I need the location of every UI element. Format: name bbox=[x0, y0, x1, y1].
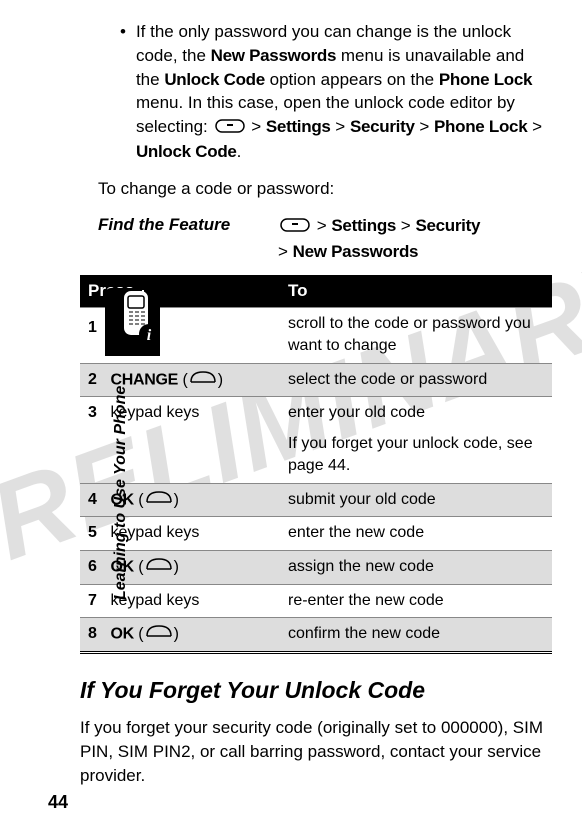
path-new-passwords: New Passwords bbox=[293, 242, 419, 261]
softkey-icon bbox=[189, 369, 217, 391]
menu-unlock-code: Unlock Code bbox=[164, 70, 265, 89]
table-row: 3 keypad keysenter your old codeIf you f… bbox=[80, 397, 552, 483]
softkey-icon bbox=[145, 489, 173, 511]
path-security: Security bbox=[350, 117, 415, 136]
period: . bbox=[237, 142, 242, 161]
find-feature-label: Find the Feature bbox=[98, 213, 278, 237]
svg-text:i: i bbox=[147, 327, 152, 344]
menu-key-icon bbox=[280, 214, 310, 240]
col-to: To bbox=[280, 275, 552, 307]
table-row: 2 CHANGE ()select the code or password bbox=[80, 363, 552, 397]
forget-paragraph: If you forget your security code (origin… bbox=[80, 716, 552, 787]
menu-key-icon bbox=[215, 116, 245, 140]
bullet-marker: • bbox=[120, 20, 126, 163]
gt: > bbox=[527, 117, 542, 136]
to-cell: assign the new code bbox=[280, 550, 552, 584]
gt: > bbox=[278, 242, 293, 261]
table-row: 4 OK ()submit your old code bbox=[80, 483, 552, 517]
gt: > bbox=[415, 117, 434, 136]
to-cell: enter the new code bbox=[280, 517, 552, 550]
to-cell: re-enter the new code bbox=[280, 584, 552, 617]
path-settings: Settings bbox=[331, 216, 396, 235]
to-cell: scroll to the code or password you want … bbox=[280, 307, 552, 363]
gt: > bbox=[251, 117, 266, 136]
section-heading: If You Forget Your Unlock Code bbox=[80, 674, 552, 706]
softkey-icon bbox=[145, 623, 173, 645]
menu-phone-lock: Phone Lock bbox=[439, 70, 532, 89]
bullet-item: • If the only password you can change is… bbox=[120, 20, 552, 163]
path-security: Security bbox=[415, 216, 480, 235]
text: option appears on the bbox=[265, 70, 439, 89]
gt: > bbox=[317, 216, 332, 235]
page-number: 44 bbox=[48, 790, 68, 815]
find-feature-row: Find the Feature > Settings > Security >… bbox=[98, 213, 552, 265]
table-row: 7 keypad keysre-enter the new code bbox=[80, 584, 552, 617]
table-row: 8 OK ()confirm the new code bbox=[80, 617, 552, 652]
bullet-text: If the only password you can change is t… bbox=[136, 20, 552, 163]
path-settings: Settings bbox=[266, 117, 331, 136]
softkey-icon bbox=[145, 556, 173, 578]
gt: > bbox=[396, 216, 415, 235]
table-row: 5 keypad keysenter the new code bbox=[80, 517, 552, 550]
path-phone-lock: Phone Lock bbox=[434, 117, 527, 136]
to-cell: enter your old codeIf you forget your un… bbox=[280, 397, 552, 483]
intro-paragraph: To change a code or password: bbox=[98, 177, 552, 201]
sidebar-section-label: Learning to Use Your Phone bbox=[110, 386, 132, 600]
to-cell: select the code or password bbox=[280, 363, 552, 397]
phone-info-icon: i bbox=[115, 290, 161, 355]
path-unlock-code: Unlock Code bbox=[136, 142, 237, 161]
press-cell: 8 OK () bbox=[80, 617, 280, 652]
table-row: 6 OK ()assign the new code bbox=[80, 550, 552, 584]
find-feature-path: > Settings > Security > New Passwords bbox=[278, 213, 552, 265]
to-cell: confirm the new code bbox=[280, 617, 552, 652]
menu-new-passwords: New Passwords bbox=[211, 46, 337, 65]
gt: > bbox=[331, 117, 350, 136]
to-cell: submit your old code bbox=[280, 483, 552, 517]
